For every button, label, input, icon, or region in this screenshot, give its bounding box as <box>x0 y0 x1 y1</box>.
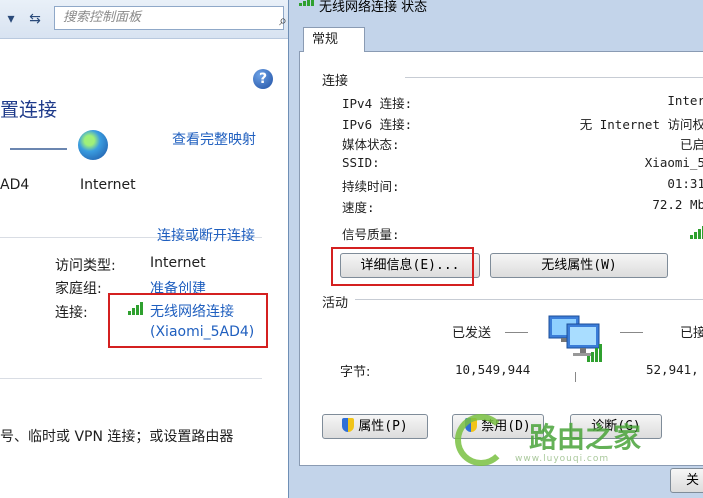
row-value: 已启 <box>679 137 703 152</box>
row-value: Xiaomi_5 <box>644 155 703 170</box>
internet-label: Internet <box>80 177 136 193</box>
bytes-received-value: 52,941, <box>646 362 699 377</box>
duration-row: 持续时间: 01:31 <box>342 176 703 194</box>
shield-icon <box>342 418 355 432</box>
network-name: AD4 <box>0 177 30 193</box>
refresh-icon[interactable]: ⇆ <box>24 8 46 30</box>
connections-label: 连接: <box>55 305 88 321</box>
row-label: IPv4 连接: <box>342 96 413 111</box>
wireless-connection-link[interactable]: 无线网络连接 (Xiaomi_5AD4) <box>150 302 254 342</box>
help-icon[interactable]: ? <box>253 69 273 89</box>
watermark: 路由之家 www.luyouqi.com <box>455 412 675 472</box>
search-icon[interactable]: ⌕ <box>279 10 287 32</box>
network-sharing-center: ▾ ⇆ 搜索控制面板 ⌕ ? 置连接 查看完整映射 AD4 Internet 连… <box>0 0 288 498</box>
activity-line <box>620 332 643 333</box>
tab-general[interactable]: 常规 <box>303 27 365 52</box>
media-state-row: 媒体状态: 已启 <box>342 134 703 152</box>
row-label: 媒体状态: <box>342 137 400 152</box>
network-computers-icon <box>548 315 602 362</box>
search-input[interactable]: 搜索控制面板 ⌕ <box>54 6 287 32</box>
signal-strength-icon <box>690 226 703 239</box>
row-label: 信号质量: <box>342 227 400 242</box>
globe-icon <box>78 130 108 160</box>
network-connector-line <box>10 148 67 150</box>
row-label: 速度: <box>342 200 375 215</box>
dropdown-arrow-icon[interactable]: ▾ <box>0 8 22 30</box>
wifi-signal-icon <box>299 0 314 6</box>
row-value: 72.2 Mb <box>652 197 703 212</box>
activity-line <box>505 332 528 333</box>
search-placeholder: 搜索控制面板 <box>63 10 142 25</box>
setup-connection-text[interactable]: 号、临时或 VPN 连接；或设置路由器 <box>0 426 233 446</box>
watermark-url: www.luyouqi.com <box>515 454 610 464</box>
divider <box>0 378 262 379</box>
page-title: 置连接 <box>0 99 58 121</box>
row-label: IPv6 连接: <box>342 117 413 132</box>
highlight-box <box>331 247 474 286</box>
access-type-value: Internet <box>150 255 206 271</box>
row-value: 01:31 <box>667 176 703 191</box>
view-full-map-link[interactable]: 查看完整映射 <box>172 129 256 149</box>
connect-disconnect-link[interactable]: 连接或断开连接 <box>157 225 255 245</box>
divider <box>355 299 703 300</box>
row-value: Inter <box>667 93 703 108</box>
wifi-signal-icon <box>128 302 143 315</box>
speed-row: 速度: 72.2 Mb <box>342 197 703 215</box>
properties-label: 属性(P) <box>358 419 408 434</box>
connection-section-label: 连接 <box>322 74 349 89</box>
connection-ssid[interactable]: (Xiaomi_5AD4) <box>150 322 254 342</box>
connection-name[interactable]: 无线网络连接 <box>150 302 254 322</box>
ssid-row: SSID: Xiaomi_5 <box>342 155 703 173</box>
bytes-label: 字节: <box>340 365 371 380</box>
signal-quality-row: 信号质量: <box>342 224 703 242</box>
ipv6-row: IPv6 连接: 无 Internet 访问权 <box>342 114 703 132</box>
properties-button[interactable]: 属性(P) <box>322 414 428 439</box>
watermark-text: 路由之家 <box>529 421 642 454</box>
ipv4-row: IPv4 连接: Inter <box>342 93 703 111</box>
homegroup-label: 家庭组: <box>55 281 102 297</box>
dialog-title: 无线网络连接 状态 <box>319 0 428 15</box>
close-button[interactable]: 关 <box>670 468 703 493</box>
row-value: 无 Internet 访问权 <box>579 117 703 132</box>
row-label: SSID: <box>342 155 380 170</box>
received-label: 已接 <box>680 326 703 341</box>
divider <box>405 77 703 78</box>
activity-section-label: 活动 <box>322 296 349 311</box>
sent-label: 已发送 <box>452 326 492 341</box>
activity-divider <box>575 372 576 382</box>
access-type-label: 访问类型: <box>55 258 116 274</box>
wireless-properties-button[interactable]: 无线属性(W) <box>490 253 668 278</box>
router-home-logo <box>455 414 507 466</box>
bytes-sent-value: 10,549,944 <box>455 362 531 377</box>
address-bar: ▾ ⇆ 搜索控制面板 ⌕ <box>0 0 288 39</box>
row-label: 持续时间: <box>342 179 400 194</box>
